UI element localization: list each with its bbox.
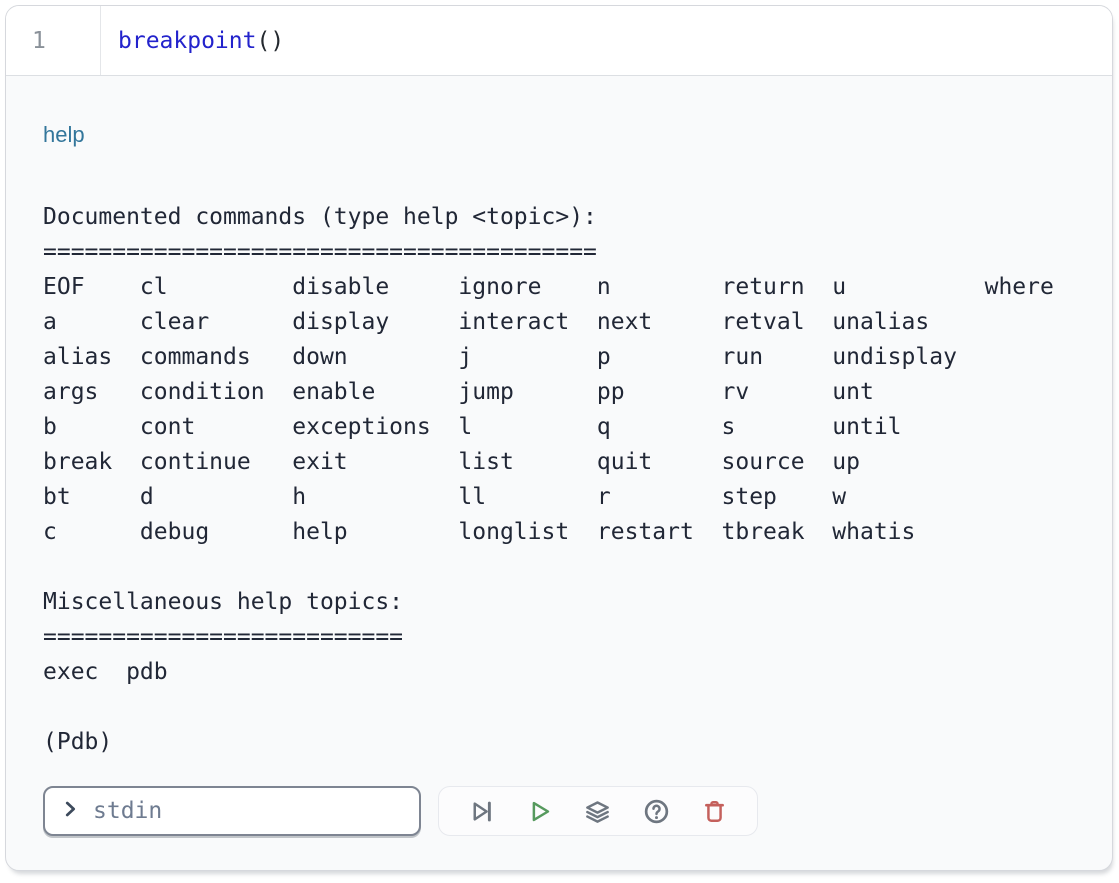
code-line[interactable]: breakpoint() [101,6,284,75]
layers-icon [584,798,611,825]
command-echo: help [43,120,1075,150]
code-builtin: breakpoint [118,28,256,54]
run-button[interactable] [524,796,555,827]
line-number: 1 [32,28,46,54]
step-forward-icon [468,798,495,825]
trash-icon [701,798,728,825]
question-circle-icon [643,798,670,825]
clear-button[interactable] [699,796,730,827]
debug-toolbar [438,786,758,836]
stdin-box[interactable] [43,786,421,836]
io-row [43,786,1075,836]
line-number-gutter: 1 [6,6,101,75]
stdin-input[interactable] [81,798,409,824]
code-parens: () [256,28,284,54]
output-panel: help Documented commands (type help <top… [6,76,1112,836]
help-button[interactable] [641,796,672,827]
code-editor[interactable]: 1 breakpoint() [6,6,1112,76]
stack-button[interactable] [582,796,613,827]
play-icon [526,798,553,825]
console-output: Documented commands (type help <topic>):… [43,200,1075,760]
python-debugger-widget: 1 breakpoint() help Documented commands … [5,5,1113,871]
step-button[interactable] [466,796,497,827]
chevron-right-icon [59,798,81,825]
